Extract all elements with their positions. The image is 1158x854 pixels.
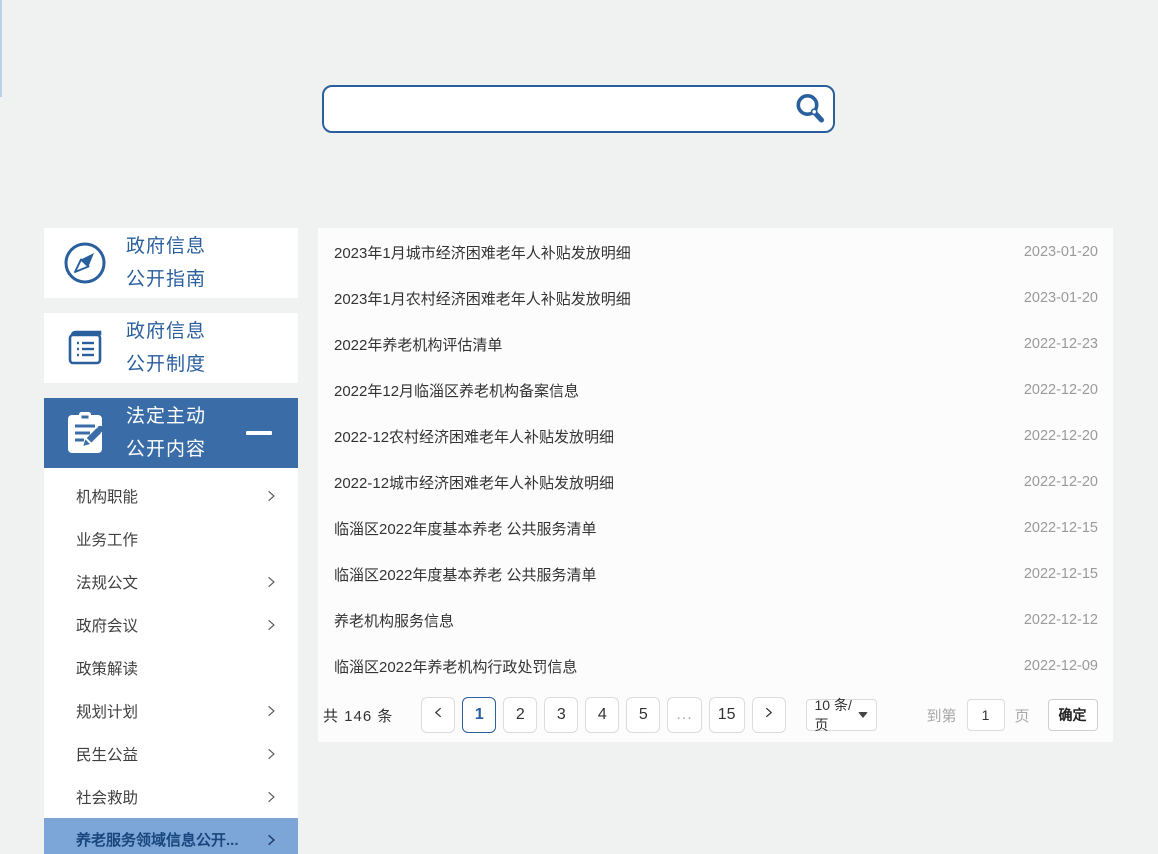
submenu-label: 政府会议 (76, 614, 138, 636)
list-item[interactable]: 临淄区2022年度基本养老 公共服务清单 2022-12-15 (318, 505, 1113, 551)
chevron-left-icon (432, 706, 445, 724)
article-title[interactable]: 2022年养老机构评估清单 (334, 334, 502, 355)
total-count-label: 共 146 条 (323, 705, 393, 726)
article-title[interactable]: 2022年12月临淄区养老机构备案信息 (334, 380, 579, 401)
goto-prefix-label: 到第 (927, 705, 957, 726)
list-item[interactable]: 临淄区2022年度基本养老 公共服务清单 2022-12-15 (318, 551, 1113, 597)
prev-page-button[interactable] (421, 697, 455, 733)
page-button-5[interactable]: 5 (626, 697, 660, 733)
list-item[interactable]: 2023年1月农村经济困难老年人补贴发放明细 2023-01-20 (318, 275, 1113, 321)
sidebar-item-regulations[interactable]: 法规公文 (44, 560, 298, 603)
chevron-right-icon (264, 747, 278, 761)
article-title[interactable]: 临淄区2022年度基本养老 公共服务清单 (334, 518, 597, 539)
article-date: 2022-12-15 (1024, 520, 1098, 536)
search-bar (322, 85, 835, 133)
submenu-label: 养老服务领域信息公开... (76, 829, 239, 850)
page-button-15[interactable]: 15 (709, 697, 745, 733)
sidebar-item-orgfunctions[interactable]: 机构职能 (44, 474, 298, 517)
search-input[interactable] (324, 87, 787, 131)
page-button-1[interactable]: 1 (462, 697, 496, 733)
chevron-right-icon (264, 833, 278, 847)
chevron-right-icon (264, 575, 278, 589)
search-button[interactable] (787, 87, 833, 131)
sidebar-card-statutory-disclosure[interactable]: 法定主动 公开内容 (44, 398, 298, 468)
compass-icon (44, 239, 126, 287)
article-date: 2023-01-20 (1024, 244, 1098, 260)
article-title[interactable]: 2022-12农村经济困难老年人补贴发放明细 (334, 426, 614, 447)
content-panel: 2023年1月城市经济困难老年人补贴发放明细 2023-01-20 2023年1… (318, 228, 1113, 742)
page-button-3[interactable]: 3 (544, 697, 578, 733)
sidebar-item-policy-interpretation[interactable]: 政策解读 (44, 646, 298, 689)
article-date: 2022-12-09 (1024, 658, 1098, 674)
sidebar-item-gov-meetings[interactable]: 政府会议 (44, 603, 298, 646)
sidebar-item-business-work[interactable]: 业务工作 (44, 517, 298, 560)
caret-down-icon (858, 712, 868, 718)
submenu-label: 业务工作 (76, 528, 138, 550)
article-list: 2023年1月城市经济困难老年人补贴发放明细 2023-01-20 2023年1… (318, 228, 1113, 689)
list-item[interactable]: 养老机构服务信息 2022-12-12 (318, 597, 1113, 643)
sidebar-item-planning[interactable]: 规划计划 (44, 689, 298, 732)
clipboard-pencil-icon (44, 409, 126, 457)
list-item[interactable]: 临淄区2022年养老机构行政处罚信息 2022-12-09 (318, 643, 1113, 689)
sidebar-card-gov-info-rules[interactable]: 政府信息 公开制度 (44, 313, 298, 383)
page-button-2[interactable]: 2 (503, 697, 537, 733)
article-title[interactable]: 临淄区2022年养老机构行政处罚信息 (334, 656, 577, 677)
page-ellipsis-button[interactable]: ... (667, 697, 701, 733)
page-size-label: 10 条/页 (815, 695, 858, 735)
sidebar-card-gov-info-guide[interactable]: 政府信息 公开指南 (44, 228, 298, 298)
next-page-button[interactable] (752, 697, 786, 733)
chevron-right-icon (264, 790, 278, 804)
article-date: 2022-12-20 (1024, 474, 1098, 490)
article-title[interactable]: 临淄区2022年度基本养老 公共服务清单 (334, 564, 597, 585)
goto-page-group: 到第 页 (927, 699, 1030, 731)
card-label-line: 政府信息 (126, 230, 206, 263)
submenu-label: 民生公益 (76, 743, 138, 765)
list-item[interactable]: 2022年12月临淄区养老机构备案信息 2022-12-20 (318, 367, 1113, 413)
article-title[interactable]: 养老机构服务信息 (334, 610, 454, 631)
article-date: 2022-12-12 (1024, 612, 1098, 628)
chevron-right-icon (762, 706, 775, 724)
article-title[interactable]: 2022-12城市经济困难老年人补贴发放明细 (334, 472, 614, 493)
article-title[interactable]: 2023年1月城市经济困难老年人补贴发放明细 (334, 242, 631, 263)
rules-book-icon (44, 325, 126, 371)
pagination-bar: 共 146 条 1 2 3 4 5 ... 15 10 条/页 到第 页 确定 (318, 689, 1113, 741)
submenu-label: 社会救助 (76, 786, 138, 808)
article-date: 2022-12-15 (1024, 566, 1098, 582)
sidebar-item-livelihood[interactable]: 民生公益 (44, 732, 298, 775)
confirm-button[interactable]: 确定 (1048, 699, 1098, 731)
sidebar-item-elderly-care-disclosure[interactable]: 养老服务领域信息公开... (44, 818, 298, 854)
card-label-line: 公开内容 (126, 433, 206, 466)
collapse-minus-icon[interactable] (246, 431, 272, 435)
chevron-right-icon (264, 704, 278, 718)
article-date: 2022-12-20 (1024, 382, 1098, 398)
card-label-line: 法定主动 (126, 400, 206, 433)
goto-page-input[interactable] (967, 699, 1005, 731)
chevron-right-icon (264, 618, 278, 632)
search-icon (794, 92, 826, 127)
submenu-label: 法规公文 (76, 571, 138, 593)
list-item[interactable]: 2023年1月城市经济困难老年人补贴发放明细 2023-01-20 (318, 229, 1113, 275)
card-label-line: 政府信息 (126, 315, 206, 348)
sidebar-submenu: 机构职能 业务工作 法规公文 政府会议 政策解读 规划计划 民生公益 社会救助 … (44, 468, 298, 854)
article-date: 2022-12-23 (1024, 336, 1098, 352)
article-date: 2023-01-20 (1024, 290, 1098, 306)
page-size-select[interactable]: 10 条/页 (806, 699, 877, 731)
card-label-line: 公开指南 (126, 263, 206, 296)
chevron-right-icon (264, 489, 278, 503)
page-button-4[interactable]: 4 (585, 697, 619, 733)
submenu-label: 政策解读 (76, 657, 138, 679)
article-date: 2022-12-20 (1024, 428, 1098, 444)
sidebar-item-social-assistance[interactable]: 社会救助 (44, 775, 298, 818)
submenu-label: 机构职能 (76, 485, 138, 507)
left-edge-accent (0, 0, 2, 97)
submenu-label: 规划计划 (76, 700, 138, 722)
list-item[interactable]: 2022年养老机构评估清单 2022-12-23 (318, 321, 1113, 367)
list-item[interactable]: 2022-12城市经济困难老年人补贴发放明细 2022-12-20 (318, 459, 1113, 505)
goto-suffix-label: 页 (1015, 705, 1030, 726)
card-label-line: 公开制度 (126, 348, 206, 381)
article-title[interactable]: 2023年1月农村经济困难老年人补贴发放明细 (334, 288, 631, 309)
list-item[interactable]: 2022-12农村经济困难老年人补贴发放明细 2022-12-20 (318, 413, 1113, 459)
